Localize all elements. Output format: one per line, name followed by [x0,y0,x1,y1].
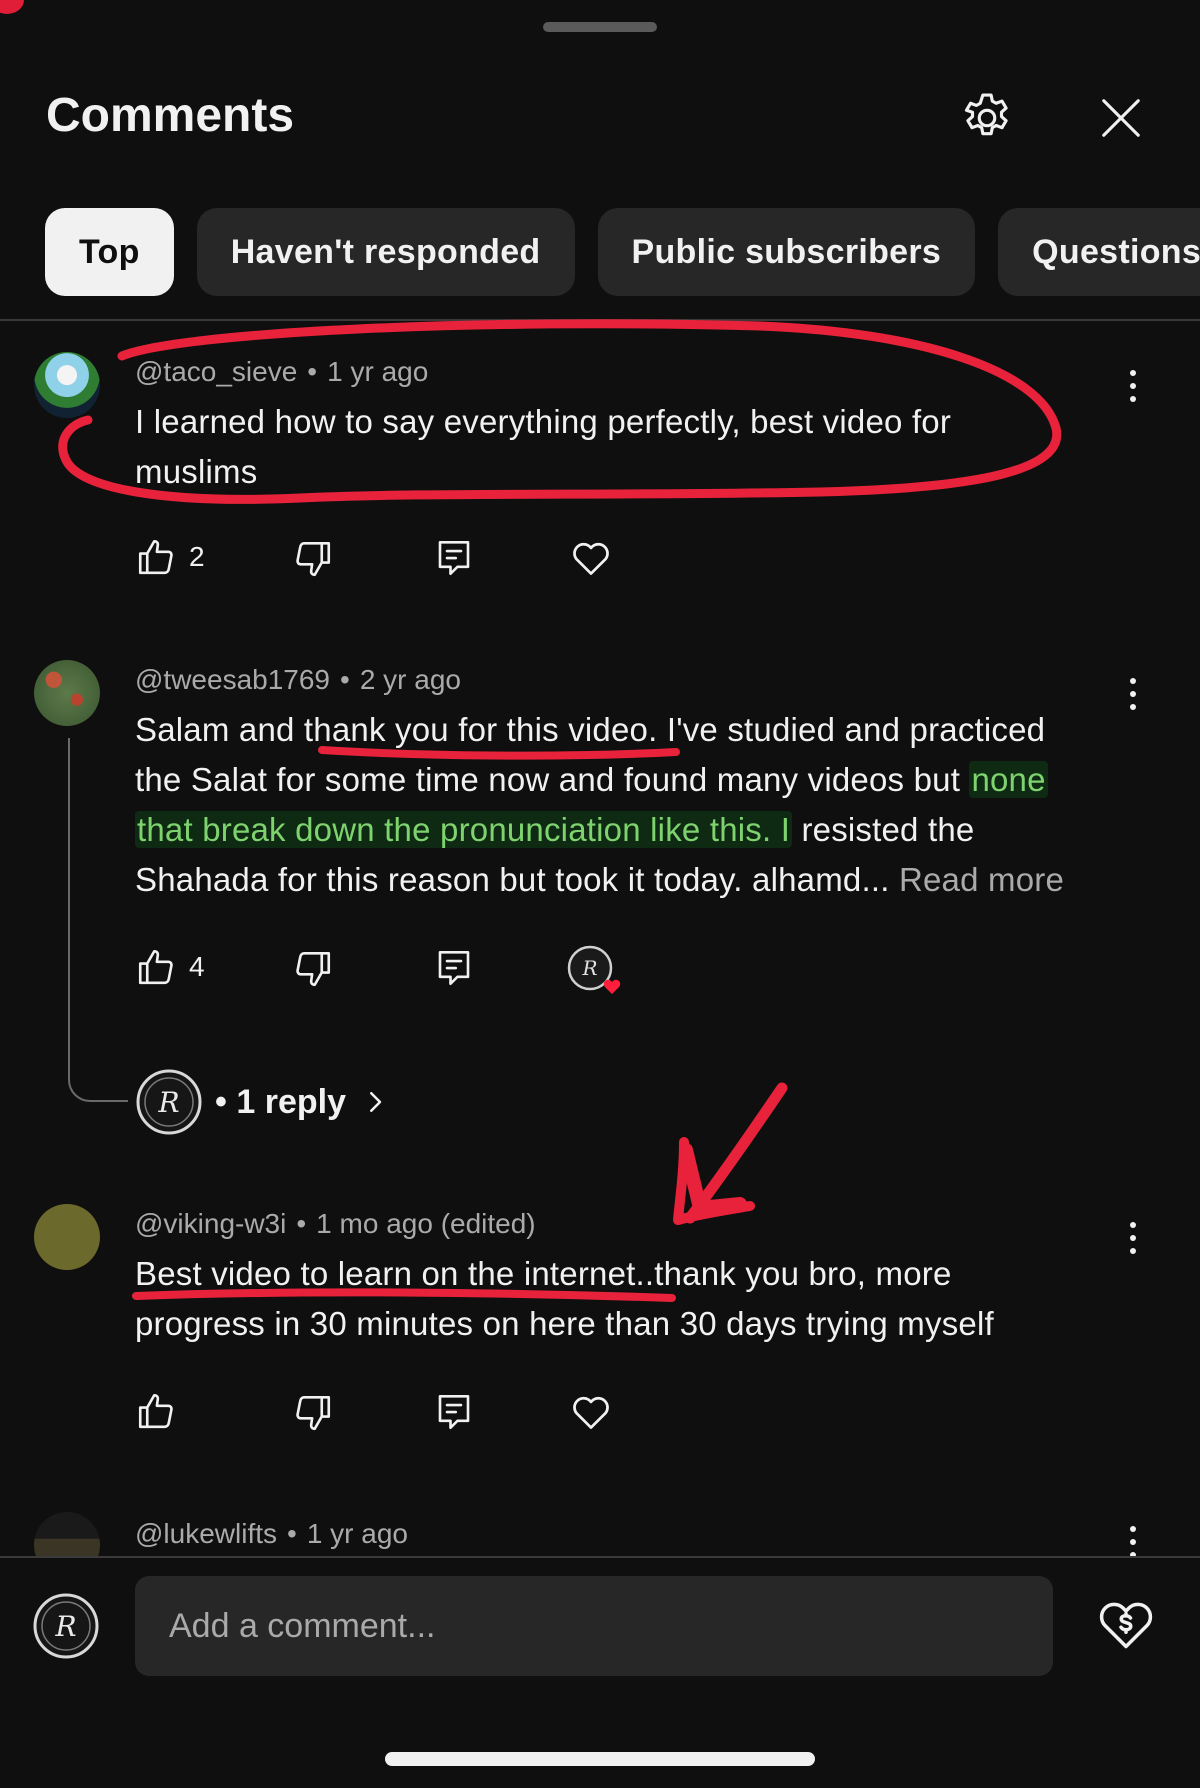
like-icon [138,949,173,985]
user-avatar[interactable]: R [32,1592,100,1665]
reply-button[interactable] [433,536,475,580]
heart-icon [573,1396,609,1429]
comment-author[interactable]: @tweesab1769 [135,664,330,695]
comment-meta: @taco_sieve • 1 yr ago [135,356,429,387]
settings-button[interactable] [952,83,1022,153]
comment-author[interactable]: @lukewlifts [135,1518,277,1549]
annotation-arrowhead-fill [679,1143,747,1215]
comment-meta: @lukewlifts • 1 yr ago [135,1518,408,1549]
chip-questions[interactable]: Questions [998,208,1200,296]
comment-body: I learned how to say everything perfectl… [135,403,952,490]
like-icon [138,539,173,575]
svg-text:R: R [54,1610,76,1643]
close-icon [1102,99,1140,137]
like-icon [138,1393,173,1429]
page-title: Comments [46,89,295,142]
dislike-button[interactable] [292,538,334,580]
reply-icon [438,540,470,576]
home-indicator [385,1752,815,1766]
super-thanks-icon [1099,1602,1153,1649]
dislike-button[interactable] [292,948,334,990]
creator-avatar: R [136,1069,202,1135]
svg-text:R: R [581,956,597,980]
reply-count: • 1 reply [215,1082,346,1121]
comment-meta: @tweesab1769 • 2 yr ago [135,664,461,695]
highlighted-text: none [969,761,1048,798]
comment-time: 1 mo ago (edited) [316,1208,536,1239]
super-thanks-button[interactable] [1096,1594,1156,1659]
header-divider [0,319,1200,321]
dislike-icon [296,541,331,577]
chip-top[interactable]: Top [45,208,174,296]
avatar-viking-w3i[interactable] [34,1204,100,1270]
annotation-arrowhead [673,1137,755,1225]
like-button[interactable] [135,1390,177,1432]
creator-heart[interactable]: R [566,944,628,1000]
like-button[interactable]: 2 [135,536,205,578]
chip-havent-responded[interactable]: Haven't responded [196,208,575,296]
comment-time: 1 yr ago [327,356,429,387]
composer-divider [0,1556,1200,1558]
thread-connector [68,738,128,1102]
comment-time: 2 yr ago [359,664,461,695]
sheet-drag-handle[interactable] [543,22,657,32]
avatar-taco-sieve[interactable] [34,352,100,418]
dislike-icon [296,1395,331,1431]
view-replies-button[interactable]: R • 1 reply [135,1068,390,1136]
filter-chips: Top Haven't responded Public subscribers… [45,208,1200,296]
svg-text:R: R [157,1086,179,1119]
settings-gear-icon [964,93,1008,136]
reply-button[interactable] [433,1390,475,1434]
creator-heart-icon: R [567,945,621,994]
comment-body: Best video to learn on the internet..tha… [135,1255,994,1342]
comment-time: 1 yr ago [306,1518,408,1549]
chip-public-subscribers[interactable]: Public subscribers [597,208,976,296]
dislike-icon [296,951,331,987]
add-comment-input[interactable]: Add a comment... [135,1576,1053,1676]
dislike-button[interactable] [292,1392,334,1434]
comment-meta: @viking-w3i • 1 mo ago (edited) [135,1208,536,1239]
close-button[interactable] [1086,83,1156,153]
read-more-link[interactable]: Read more [899,861,1064,898]
recording-indicator [0,0,24,14]
user-avatar-icon: R [33,1593,99,1659]
comment-author[interactable]: @taco_sieve [135,356,297,387]
heart-icon [573,542,609,575]
reply-icon [438,1394,470,1430]
comment-body: Salam and thank you for this video. I've… [135,711,1064,898]
reply-icon [438,950,470,986]
reply-button[interactable] [433,946,475,990]
like-button[interactable]: 4 [135,946,205,988]
highlighted-text: that break down the pronunciation like t… [135,811,793,848]
comment-author[interactable]: @viking-w3i [135,1208,286,1239]
chevron-right-icon [369,1092,382,1112]
avatar-tweesab1769[interactable] [34,660,100,726]
heart-button[interactable] [568,1390,614,1434]
heart-button[interactable] [568,536,614,580]
annotation-arrow [684,1082,788,1224]
